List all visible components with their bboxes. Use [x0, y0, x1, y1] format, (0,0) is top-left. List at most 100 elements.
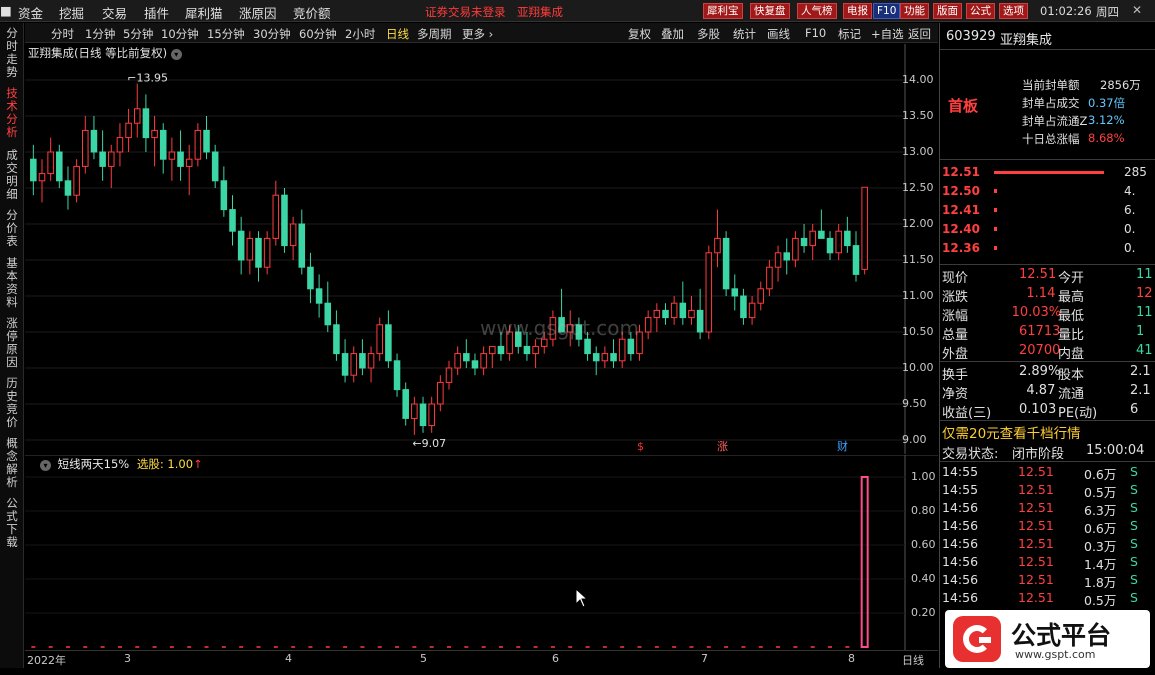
- stat-value: 11: [1136, 305, 1153, 320]
- event-marker[interactable]: $: [637, 440, 644, 453]
- menu-jingjiae[interactable]: 竞价额: [293, 3, 331, 22]
- stat-value: 0.103: [1019, 402, 1057, 417]
- seal-value: 3.12%: [1088, 113, 1125, 127]
- stats-button[interactable]: 统计: [733, 26, 756, 42]
- candle: [333, 310, 340, 361]
- draw-line-button[interactable]: 画线: [767, 26, 790, 42]
- candle: [341, 339, 349, 383]
- tab-trade-detail[interactable]: 成交明细: [3, 149, 21, 201]
- trade-state: 闭市阶段: [1012, 447, 1065, 462]
- period-1min[interactable]: 1分钟: [85, 26, 115, 42]
- period-daily[interactable]: 日线: [386, 26, 409, 42]
- stat-value: 6: [1130, 402, 1139, 417]
- tab-concept[interactable]: 概念解析: [3, 437, 21, 489]
- tab-history-auction[interactable]: 历史竞价: [3, 377, 21, 429]
- tab-basic-info[interactable]: 基本资料: [3, 257, 21, 309]
- restore-rights-button[interactable]: 复权: [628, 26, 651, 42]
- toolbar-button-f10[interactable]: F10: [873, 3, 901, 19]
- period-30min[interactable]: 30分钟: [253, 26, 291, 42]
- promo-text[interactable]: 仅需20元查看千档行情: [942, 422, 1081, 442]
- candlestick-chart[interactable]: ⌐13.95 ←9.07 $ 涨 财: [25, 44, 938, 454]
- tab-price-table[interactable]: 分价表: [3, 209, 21, 248]
- stat-value: 41: [1136, 343, 1153, 358]
- toolbar-button-function[interactable]: 功能: [900, 3, 929, 19]
- platform-logo: 公式平台 www.gspt.com: [945, 610, 1150, 668]
- event-marker[interactable]: 涨: [717, 440, 728, 453]
- tab-limit-reason[interactable]: 涨停原因: [3, 317, 21, 369]
- stat-value: 1.14: [1026, 286, 1056, 301]
- candle: [792, 231, 799, 268]
- close-icon[interactable]: ✕: [1132, 3, 1142, 17]
- period-more[interactable]: 更多 ›: [462, 26, 493, 42]
- period-multi[interactable]: 多周期: [417, 26, 452, 42]
- menu-plugin[interactable]: 插件: [144, 3, 169, 22]
- period-15min[interactable]: 15分钟: [207, 26, 245, 42]
- bid-price: 12.40: [942, 222, 980, 236]
- indicator-tick-label: 0.60: [911, 538, 936, 551]
- indicator-settings-icon[interactable]: ▾: [40, 460, 51, 471]
- bid-volume: 0.: [1124, 241, 1136, 255]
- time-axis-label: 2022年: [27, 654, 66, 667]
- toolbar-button-formula[interactable]: 公式: [966, 3, 995, 19]
- stat-value: 2.89%: [1019, 364, 1061, 379]
- toolbar-button-review[interactable]: 快复盘: [750, 3, 790, 19]
- overlay-button[interactable]: 叠加: [661, 26, 684, 42]
- menu-xlm[interactable]: 犀利猫: [185, 3, 223, 22]
- candle: [688, 296, 695, 325]
- candle: [393, 353, 401, 397]
- stat-value: 20700: [1019, 343, 1061, 358]
- add-watchlist-button[interactable]: +自选: [871, 26, 904, 42]
- tab-formula-download[interactable]: 公式下载: [3, 497, 21, 549]
- candle: [653, 303, 661, 332]
- price-tick-label: 11.00: [902, 289, 934, 302]
- stat-label: 内盘: [1058, 347, 1085, 362]
- f10-button[interactable]: F10: [805, 26, 826, 40]
- back-button[interactable]: 返回: [908, 26, 931, 42]
- volume-bar: [994, 189, 997, 193]
- candle: [592, 346, 600, 376]
- menu-dig[interactable]: 挖掘: [59, 3, 84, 22]
- toolbar-button-layout[interactable]: 版面: [933, 3, 962, 19]
- bid-price: 12.36: [942, 241, 980, 255]
- toolbar-button-hot[interactable]: 人气榜: [797, 3, 837, 19]
- mouse-pointer-icon: [575, 588, 589, 608]
- tab-technical-analysis[interactable]: 技术分析: [3, 87, 21, 139]
- multi-stock-button[interactable]: 多股: [697, 26, 720, 42]
- menu-trade[interactable]: 交易: [102, 3, 127, 22]
- candle: [263, 231, 271, 275]
- high-price-label: ⌐13.95: [127, 72, 168, 85]
- candle: [47, 137, 54, 181]
- tick-price: 12.51: [1018, 464, 1054, 479]
- bid-price: 12.51: [942, 165, 980, 179]
- toolbar-button-options[interactable]: 选项: [999, 3, 1028, 19]
- indicator-tick-label: 0.80: [911, 504, 936, 517]
- logo-url: www.gspt.com: [1015, 648, 1096, 661]
- candle: [402, 382, 409, 426]
- mark-button[interactable]: 标记: [838, 26, 861, 42]
- stat-label: 收益(三): [942, 406, 992, 421]
- menu-partial[interactable]: ■: [0, 3, 12, 18]
- volume-bar: [994, 171, 1104, 174]
- period-10min[interactable]: 10分钟: [161, 26, 199, 42]
- tick-time: 14:56: [942, 572, 979, 587]
- candle: [757, 281, 765, 311]
- toolbar-button-xlb[interactable]: 犀利宝: [703, 3, 743, 19]
- seal-label: 十日总涨幅: [1022, 132, 1080, 146]
- period-intraday[interactable]: 分时: [51, 26, 74, 42]
- chevron-down-icon[interactable]: ▾: [170, 49, 182, 60]
- menu-zhangyuanyin[interactable]: 涨原因: [239, 3, 277, 22]
- indicator-chart[interactable]: [25, 455, 938, 650]
- period-2hour[interactable]: 2小时: [345, 26, 375, 42]
- volume-bar: [994, 246, 997, 250]
- period-5min[interactable]: 5分钟: [123, 26, 153, 42]
- menu-funds[interactable]: 资金: [18, 3, 43, 22]
- period-60min[interactable]: 60分钟: [299, 26, 337, 42]
- candle: [766, 260, 773, 296]
- candle: [644, 310, 652, 340]
- tick-price: 12.51: [1018, 500, 1054, 515]
- toolbar-button-telegram[interactable]: 电报: [843, 3, 872, 19]
- event-marker[interactable]: 财: [837, 439, 848, 453]
- tick-price: 12.51: [1018, 482, 1054, 497]
- candle: [852, 231, 860, 282]
- tab-time-sharing[interactable]: 分时走势: [3, 27, 21, 79]
